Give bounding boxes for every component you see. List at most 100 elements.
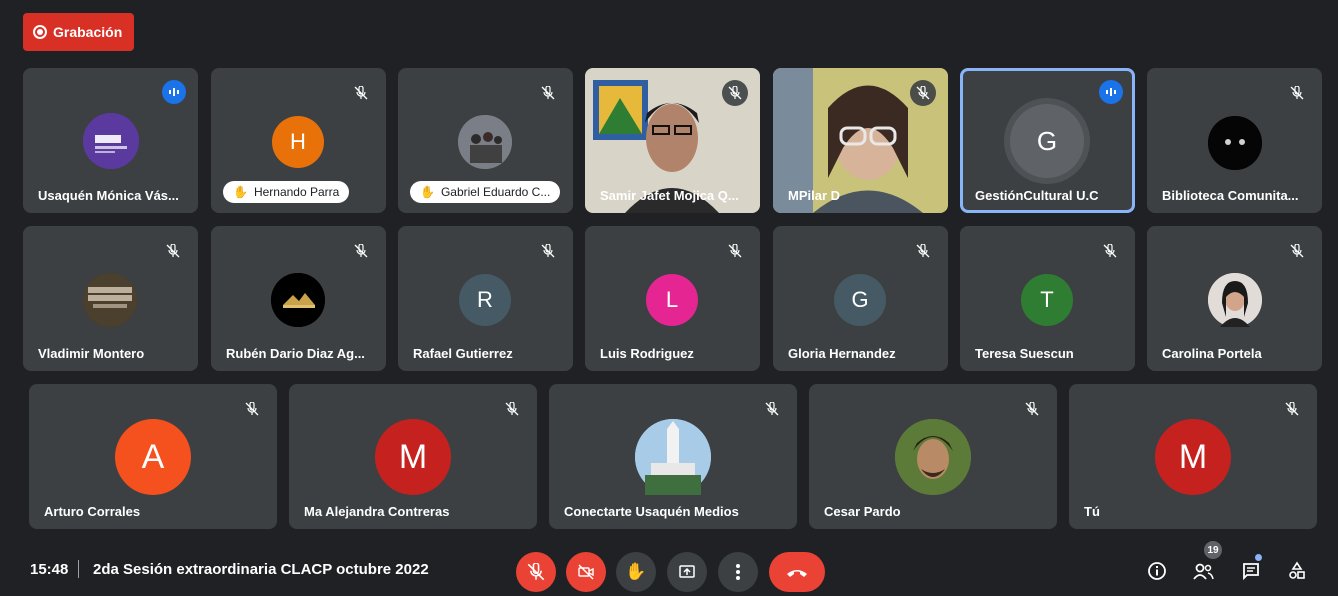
participant-name: Ma Alejandra Contreras xyxy=(304,504,450,519)
participant-tile[interactable]: Conectarte Usaquén Medios xyxy=(549,384,797,529)
participant-name: Conectarte Usaquén Medios xyxy=(564,504,739,519)
activities-button[interactable] xyxy=(1284,558,1310,584)
participant-video-tile[interactable]: Samir Jafet Mojica Q... xyxy=(585,68,760,213)
mic-off-icon xyxy=(722,80,748,106)
participant-tile[interactable]: A Arturo Corrales xyxy=(29,384,277,529)
mic-off-icon xyxy=(499,396,525,422)
present-screen-icon xyxy=(679,565,695,578)
avatar: M xyxy=(375,419,451,495)
participant-name: Gloria Hernandez xyxy=(788,346,896,361)
mic-off-icon xyxy=(1019,396,1045,422)
avatar xyxy=(83,273,137,327)
participant-tile[interactable]: M Tú xyxy=(1069,384,1317,529)
participant-name: Samir Jafet Mojica Q... xyxy=(600,188,739,203)
recording-label: Grabación xyxy=(53,24,123,40)
participant-tile[interactable]: L Luis Rodriguez xyxy=(585,226,760,371)
participant-name: Rubén Dario Diaz Ag... xyxy=(226,346,365,361)
participant-tile[interactable]: Biblioteca Comunita... xyxy=(1147,68,1322,213)
people-icon xyxy=(1193,563,1214,580)
avatar xyxy=(1208,273,1262,327)
avatar: M xyxy=(1155,419,1231,495)
participant-name: Carolina Portela xyxy=(1162,346,1262,361)
participant-tile[interactable]: T Teresa Suescun xyxy=(960,226,1135,371)
speaking-icon xyxy=(1099,80,1123,104)
participant-tile[interactable]: Cesar Pardo xyxy=(809,384,1057,529)
avatar xyxy=(271,273,325,327)
mic-off-icon xyxy=(1284,80,1310,106)
participant-name: Luis Rodriguez xyxy=(600,346,694,361)
avatar: G xyxy=(1010,104,1084,178)
participant-tile[interactable]: Rubén Dario Diaz Ag... xyxy=(211,226,386,371)
leave-call-button[interactable] xyxy=(769,552,825,592)
participant-name: Usaquén Mónica Vás... xyxy=(38,188,179,203)
present-button[interactable] xyxy=(667,552,707,592)
participant-tile[interactable]: M Ma Alejandra Contreras xyxy=(289,384,537,529)
avatar xyxy=(635,419,711,495)
recording-icon xyxy=(33,25,47,39)
people-button[interactable] xyxy=(1190,558,1216,584)
participant-name: MPilar D xyxy=(788,188,841,203)
avatar: H xyxy=(272,116,324,168)
chat-button[interactable] xyxy=(1238,558,1264,584)
bottom-bar: 15:48 2da Sesión extraordinaria CLACP oc… xyxy=(0,540,1338,596)
camera-toggle-button[interactable] xyxy=(566,552,606,592)
people-count-badge: 19 xyxy=(1204,541,1222,559)
participant-tile[interactable]: G GestiónCultural U.C xyxy=(960,68,1135,213)
participant-name: Rafael Gutierrez xyxy=(413,346,513,361)
participant-tile[interactable]: Vladimir Montero xyxy=(23,226,198,371)
camera-off-icon xyxy=(578,564,594,580)
avatar xyxy=(895,419,971,495)
avatar: L xyxy=(646,274,698,326)
participant-tile[interactable]: G Gloria Hernandez xyxy=(773,226,948,371)
participant-tile[interactable]: Carolina Portela xyxy=(1147,226,1322,371)
mic-off-icon xyxy=(239,396,265,422)
participant-tile[interactable]: ✋ Gabriel Eduardo C... xyxy=(398,68,573,213)
mic-off-icon xyxy=(348,80,374,106)
participant-name: ✋ Gabriel Eduardo C... xyxy=(410,181,561,203)
mic-off-icon xyxy=(527,563,545,581)
more-options-button[interactable] xyxy=(718,552,758,592)
mic-toggle-button[interactable] xyxy=(516,552,556,592)
participant-name-text: Gabriel Eduardo C... xyxy=(440,185,551,199)
raise-hand-button[interactable]: ✋ xyxy=(616,552,656,592)
chat-notification-dot xyxy=(1255,554,1262,561)
avatar: G xyxy=(834,274,886,326)
info-icon xyxy=(1148,562,1166,580)
participant-video-tile[interactable]: MPilar D xyxy=(773,68,948,213)
raise-hand-icon: ✋ xyxy=(625,562,647,581)
participant-name: Tú xyxy=(1084,504,1100,519)
more-options-icon xyxy=(736,564,740,580)
meeting-info-button[interactable] xyxy=(1144,558,1170,584)
avatar: T xyxy=(1021,274,1073,326)
participant-tile[interactable]: H ✋ Hernando Parra xyxy=(211,68,386,213)
participant-name: ✋ Hernando Parra xyxy=(223,181,350,203)
avatar xyxy=(1208,116,1262,170)
participant-name: Arturo Corrales xyxy=(44,504,141,519)
divider xyxy=(78,560,79,578)
participant-name: Teresa Suescun xyxy=(975,346,1074,361)
mic-off-icon xyxy=(722,238,748,264)
raise-hand-icon: ✋ xyxy=(233,185,248,199)
raise-hand-icon: ✋ xyxy=(420,185,435,199)
mic-off-icon xyxy=(348,238,374,264)
activities-icon xyxy=(1289,561,1305,579)
mic-off-icon xyxy=(1284,238,1310,264)
avatar xyxy=(83,113,139,169)
participant-name: Biblioteca Comunita... xyxy=(1162,188,1299,203)
chat-icon xyxy=(1243,563,1259,581)
avatar: R xyxy=(459,274,511,326)
mic-off-icon xyxy=(535,238,561,264)
avatar xyxy=(458,115,512,169)
participant-tile[interactable]: R Rafael Gutierrez xyxy=(398,226,573,371)
participant-tile[interactable]: Usaquén Mónica Vás... xyxy=(23,68,198,213)
mic-off-icon xyxy=(910,80,936,106)
mic-off-icon xyxy=(1097,238,1123,264)
mic-off-icon xyxy=(910,238,936,264)
leave-call-icon xyxy=(787,570,807,577)
mic-off-icon xyxy=(1279,396,1305,422)
avatar: A xyxy=(115,419,191,495)
participant-name: Cesar Pardo xyxy=(824,504,901,519)
participant-name: Vladimir Montero xyxy=(38,346,145,361)
clock: 15:48 xyxy=(30,561,69,578)
recording-badge[interactable]: Grabación xyxy=(23,13,134,51)
